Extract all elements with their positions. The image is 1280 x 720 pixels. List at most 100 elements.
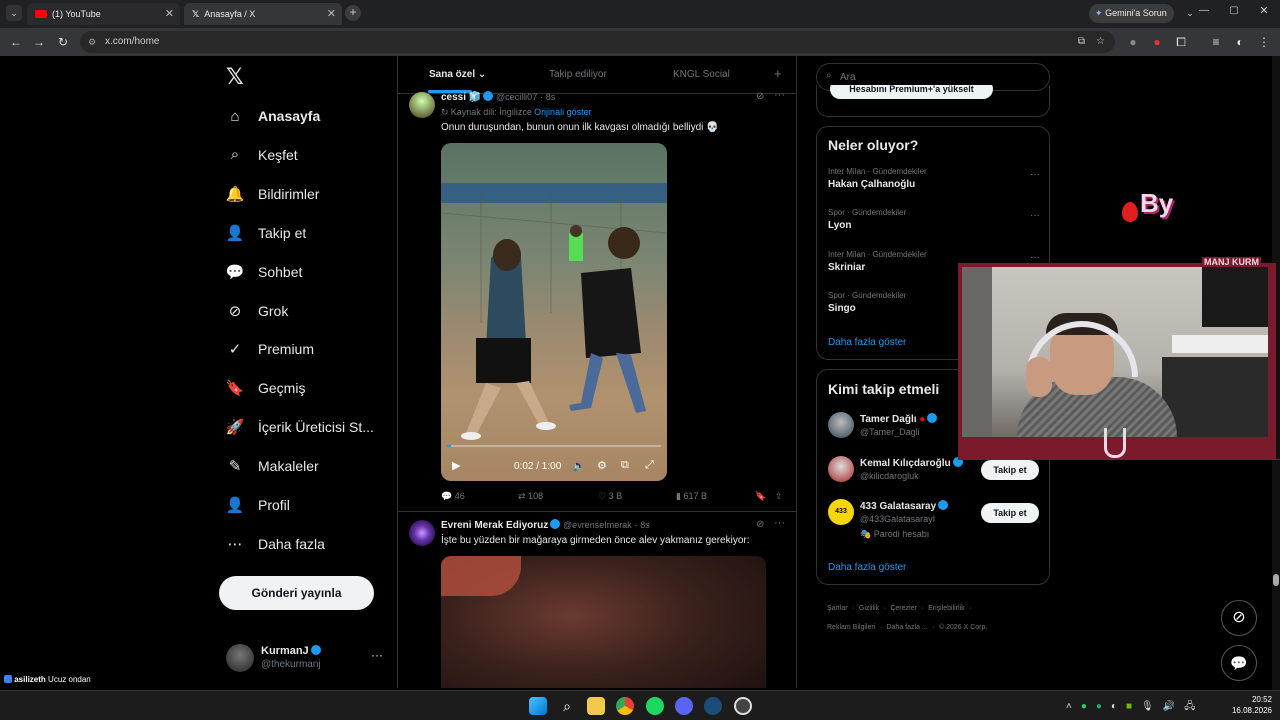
footer-link[interactable]: Çerezler [890,605,916,612]
trend-item[interactable]: Spor · Gündemdekiler Lyon ··· [828,208,1040,231]
like-button[interactable]: ♡ 3 B [598,491,622,502]
account-switcher[interactable]: KurmanJ @thekurmanj ··· [226,642,386,674]
more-options-icon[interactable]: ··· [1030,252,1040,263]
maximize-button[interactable]: ▢ [1226,5,1242,16]
share-icon[interactable]: ⇪ [775,491,783,502]
volume-icon[interactable]: 🔊 [1163,701,1184,712]
show-original-link[interactable]: Orijinali göster [534,107,592,117]
tab-following[interactable]: Takip ediliyor [549,69,607,80]
forward-icon[interactable]: → [31,34,47,50]
volume-icon[interactable]: 🔈 [572,459,586,472]
tab-kngl-social[interactable]: KNGL Social [673,69,730,80]
follow-button[interactable]: Takip et [981,503,1039,523]
mic-icon[interactable]: 🎙 [1141,701,1163,712]
sidebar-item-4[interactable]: 💬 Sohbet [224,257,303,287]
star-icon[interactable]: ☆ [1096,31,1105,53]
grok-icon[interactable]: ⊘ [756,91,764,102]
start-icon[interactable] [529,697,547,715]
close-window-button[interactable]: ✕ [1256,4,1272,17]
new-tab-button[interactable]: + [345,5,361,21]
premium-upgrade-button[interactable]: Hesabını Premium+'a yükselt [830,85,993,99]
avatar[interactable] [409,520,435,546]
sidebar-item-3[interactable]: 👤 Takip et [224,218,307,248]
follow-suggestion[interactable]: 433 433 Galatasaray @433GalatasarayI 🎭 P… [828,499,1043,544]
sidebar-item-11[interactable]: ⋯ Daha fazla [224,529,325,559]
install-icon[interactable]: ⧉ [1078,31,1085,53]
reply-button[interactable]: 💬 46 [441,491,465,502]
sidebar-item-6[interactable]: ✓ Premium [224,334,314,364]
tab-list-button[interactable]: ⌄ [6,5,22,21]
pip-icon[interactable]: ⧉ [621,459,629,472]
reading-list-icon[interactable]: ≡ [1208,34,1224,50]
close-tab-icon[interactable]: ✕ [165,7,174,20]
fullscreen-icon[interactable]: ⤢ [645,459,654,472]
extensions-puzzle-icon[interactable]: ⧠ [1173,34,1189,50]
more-options-icon[interactable]: ··· [1030,210,1040,221]
menu-icon[interactable]: ⋮ [1256,34,1272,50]
post-time[interactable]: 8s [546,92,556,102]
post-author[interactable]: cessi [441,92,466,103]
repost-button[interactable]: ⇄ 108 [518,491,543,502]
steam-icon[interactable] [704,697,722,715]
grok-icon[interactable]: ⊘ [756,519,764,530]
extension-icon[interactable]: ● [1125,34,1141,50]
close-tab-icon[interactable]: ✕ [327,7,336,20]
footer-link[interactable]: Daha fazla ... [886,624,927,631]
show-more-link[interactable]: Daha fazla göster [828,562,906,573]
more-options-icon[interactable]: ··· [774,517,785,529]
show-more-link[interactable]: Daha fazla göster [828,337,906,348]
extension-red-icon[interactable]: ● [1149,34,1165,50]
spotify-tray-icon[interactable]: ● [1081,701,1096,712]
x-logo[interactable]: 𝕏 [226,64,244,90]
network-icon[interactable]: 🖧 [1184,701,1204,712]
nvidia-icon[interactable]: ■ [1126,701,1141,712]
chrome-icon[interactable] [616,697,634,715]
address-bar[interactable]: ⚙ x.com/home ⧉ ☆ [80,31,1115,53]
reload-icon[interactable]: ↻ [55,34,71,50]
minimize-button[interactable]: — [1196,5,1212,16]
video-progress-bar[interactable] [447,445,661,447]
more-options-icon[interactable]: ··· [774,89,785,101]
sidebar-item-8[interactable]: 🚀 İçerik Üreticisi St... [224,412,374,442]
file-explorer-icon[interactable] [587,697,605,715]
add-tab-icon[interactable]: + [774,66,782,81]
chevron-up-icon[interactable]: ˄ [1066,701,1081,712]
tab-for-you[interactable]: Sana özel ⌄ [429,69,486,80]
sidebar-item-2[interactable]: 🔔 Bildirimler [224,179,320,209]
tab-youtube[interactable]: (1) YouTube ✕ [27,3,180,25]
more-options-icon[interactable]: ··· [1030,169,1040,180]
sidebar-item-7[interactable]: 🔖 Geçmiş [224,373,306,403]
grok-float-button[interactable]: ⊘ [1221,600,1257,636]
sidebar-item-0[interactable]: ⌂ Anasayfa [224,101,320,131]
tray-app-icon[interactable]: ● [1096,701,1111,712]
gemini-button[interactable]: ✦ Gemini'a Sorun [1089,4,1174,23]
settings-icon[interactable]: ⚙ [597,459,607,472]
post-time[interactable]: 8s [640,520,650,530]
follow-button[interactable]: Takip et [981,460,1039,480]
post-handle[interactable]: @cecilli07 [496,92,537,102]
footer-link[interactable]: Şartlar [827,605,848,612]
trend-item[interactable]: Inter Milan · Gündemdekiler Hakan Çalhano… [828,167,1040,190]
messages-float-button[interactable]: 💬 [1221,645,1257,681]
footer-link[interactable]: Reklam Bilgileri [827,624,875,631]
bookmark-icon[interactable]: 🔖 [755,491,766,502]
avatar[interactable] [409,92,435,118]
post-button[interactable]: Gönderi yayınla [219,576,374,610]
footer-link[interactable]: Gizlilik [859,605,879,612]
back-icon[interactable]: ← [8,34,24,50]
post[interactable]: cessi 🧊 @cecilli07 · 8s ⊘ ··· ↻ Kaynak d… [398,89,796,512]
views-button[interactable]: ▮ 617 B [676,491,707,502]
sidebar-item-10[interactable]: 👤 Profil [224,490,290,520]
profile-dropdown-icon[interactable]: ⌄ [1183,6,1197,20]
sidebar-item-5[interactable]: ⊘ Grok [224,296,289,326]
post-video[interactable]: ▶ 0:02 / 1:00 🔈 ⚙ ⧉ ⤢ [441,143,667,481]
sidebar-item-1[interactable]: ⌕ Keşfet [224,140,298,170]
post[interactable]: Evreni Merak Ediyoruz @evrenseImerak · 8… [398,513,796,688]
sidebar-item-9[interactable]: ✎ Makaleler [224,451,319,481]
tray-app-icon[interactable]: ◐ [1111,701,1126,712]
more-options-icon[interactable]: ··· [371,648,383,662]
app-icon[interactable] [734,697,752,715]
post-handle[interactable]: @evrenseImerak [563,520,632,530]
play-icon[interactable]: ▶ [452,459,460,472]
footer-link[interactable]: Erişilebilirlik [928,605,965,612]
